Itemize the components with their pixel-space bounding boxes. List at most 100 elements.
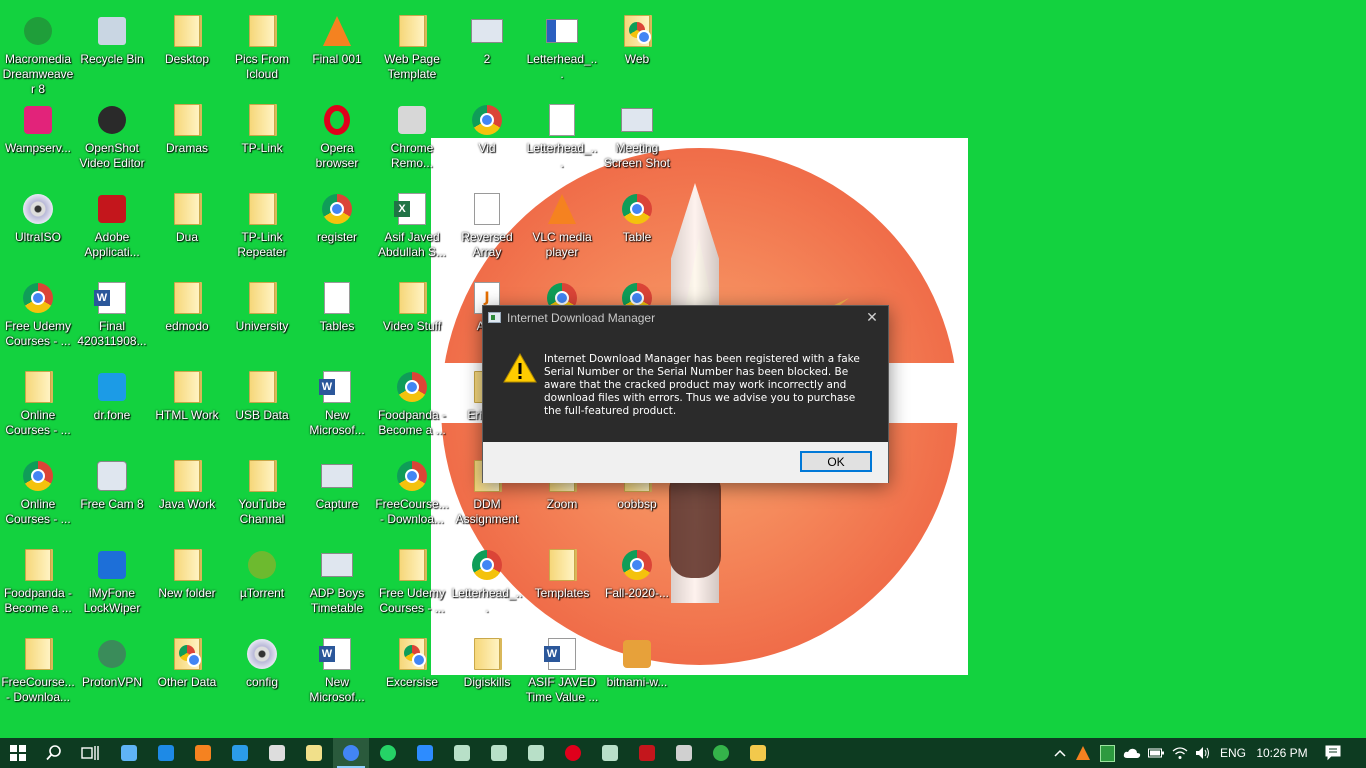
desktop-icon[interactable]: ASIF JAVED Time Value ... bbox=[524, 629, 600, 717]
desktop-icon[interactable]: TP-Link Repeater bbox=[224, 184, 300, 272]
taskbar-app-button[interactable] bbox=[333, 738, 369, 768]
tray-battery[interactable] bbox=[1146, 738, 1166, 768]
ok-button[interactable]: OK bbox=[800, 451, 872, 472]
desktop-icon[interactable]: µTorrent bbox=[224, 540, 300, 628]
desktop-icon[interactable]: Macromedia Dreamweaver 8 bbox=[0, 6, 76, 96]
desktop-icon[interactable]: University bbox=[224, 273, 300, 361]
desktop-icon[interactable]: Dramas bbox=[149, 95, 225, 183]
desktop-icon[interactable]: Web Page Template bbox=[374, 6, 450, 94]
taskbar-app-button[interactable] bbox=[111, 738, 147, 768]
desktop-icon[interactable]: Opera browser bbox=[299, 95, 375, 183]
desktop-icon[interactable]: Meeting Screen Shot bbox=[599, 95, 675, 183]
desktop-icon[interactable]: Wampserv... bbox=[0, 95, 76, 183]
taskbar-app-button[interactable] bbox=[222, 738, 258, 768]
desktop-icon[interactable]: edmodo bbox=[149, 273, 225, 361]
desktop-icon[interactable]: Foodpanda - Become a ... bbox=[374, 362, 450, 450]
desktop-icon[interactable]: Vid bbox=[449, 95, 525, 183]
desktop-icon[interactable]: Pics From Icloud bbox=[224, 6, 300, 94]
taskbar-app-button[interactable] bbox=[296, 738, 332, 768]
desktop-icon[interactable]: YouTube Channal bbox=[224, 451, 300, 539]
desktop-icon[interactable]: Letterhead_... bbox=[449, 540, 525, 628]
desktop-icon[interactable]: Foodpanda - Become a ... bbox=[0, 540, 76, 628]
desktop-icon[interactable]: Free Udemy Courses - ... bbox=[0, 273, 76, 361]
taskbar-app-button[interactable] bbox=[555, 738, 591, 768]
desktop-icon[interactable]: New Microsof... bbox=[299, 629, 375, 717]
desktop-icon[interactable]: Free Udemy Courses - ... bbox=[374, 540, 450, 628]
desktop-icon[interactable]: Fall-2020-... bbox=[599, 540, 675, 628]
desktop-icon[interactable]: FreeCourse... - Downloa... bbox=[374, 451, 450, 539]
taskbar-app-button[interactable] bbox=[666, 738, 702, 768]
tray-volume[interactable] bbox=[1193, 738, 1213, 768]
search-button[interactable] bbox=[36, 738, 72, 768]
show-hidden-icons-button[interactable] bbox=[1050, 738, 1070, 768]
desktop-icon[interactable]: USB Data bbox=[224, 362, 300, 450]
desktop-icon[interactable]: Excersise bbox=[374, 629, 450, 717]
desktop-icon[interactable]: iMyFone LockWiper bbox=[74, 540, 150, 628]
taskbar-app-button[interactable] bbox=[481, 738, 517, 768]
taskbar-app-button[interactable] bbox=[703, 738, 739, 768]
desktop-icon[interactable]: VLC media player bbox=[524, 184, 600, 272]
taskbar-app-button[interactable] bbox=[444, 738, 480, 768]
desktop-icon[interactable]: Letterhead_... bbox=[524, 95, 600, 183]
desktop-icon[interactable]: Online Courses - ... bbox=[0, 451, 76, 539]
tray-wifi[interactable] bbox=[1170, 738, 1190, 768]
desktop-icon-label: Recycle Bin bbox=[80, 52, 144, 66]
desktop-icon[interactable]: OpenShot Video Editor bbox=[74, 95, 150, 183]
desktop-icon[interactable]: Digiskills bbox=[449, 629, 525, 717]
desktop-icon[interactable]: New Microsof... bbox=[299, 362, 375, 450]
desktop-icon[interactable]: Free Cam 8 bbox=[74, 451, 150, 539]
tray-idm[interactable] bbox=[1097, 738, 1117, 768]
desktop-icon[interactable]: Capture bbox=[299, 451, 375, 539]
taskbar-app-button[interactable] bbox=[370, 738, 406, 768]
taskbar-app-button[interactable] bbox=[629, 738, 665, 768]
folder-icon bbox=[245, 103, 279, 137]
tray-onedrive[interactable] bbox=[1121, 738, 1143, 768]
desktop-icon[interactable]: Desktop bbox=[149, 6, 225, 94]
taskbar-app-button[interactable] bbox=[259, 738, 295, 768]
chrome-icon bbox=[470, 548, 504, 582]
desktop-icon[interactable]: Table bbox=[599, 184, 675, 272]
desktop-icon[interactable]: Web bbox=[599, 6, 675, 94]
desktop-icon[interactable]: bitnami-w... bbox=[599, 629, 675, 717]
desktop-icon[interactable]: Letterhead_... bbox=[524, 6, 600, 94]
desktop-icon[interactable]: UltraISO bbox=[0, 184, 76, 272]
taskbar-app-button[interactable] bbox=[518, 738, 554, 768]
desktop-icon[interactable]: Java Work bbox=[149, 451, 225, 539]
desktop-icon[interactable]: Asif Javed Abdullah S... bbox=[374, 184, 450, 272]
desktop-icon[interactable]: Dua bbox=[149, 184, 225, 272]
desktop-icon[interactable]: Recycle Bin bbox=[74, 6, 150, 94]
desktop-icon[interactable]: Video Stuff bbox=[374, 273, 450, 361]
desktop-icon[interactable]: Reversed Array bbox=[449, 184, 525, 272]
desktop-icon[interactable]: Templates bbox=[524, 540, 600, 628]
language-indicator[interactable]: ENG bbox=[1217, 738, 1249, 768]
desktop-icon[interactable]: Final 420311908... bbox=[74, 273, 150, 361]
desktop-icon[interactable]: Chrome Remo... bbox=[374, 95, 450, 183]
taskbar-app-button[interactable] bbox=[148, 738, 184, 768]
tray-vlc[interactable] bbox=[1073, 738, 1093, 768]
desktop-icon[interactable]: dr.fone bbox=[74, 362, 150, 450]
taskbar-app-button[interactable] bbox=[185, 738, 221, 768]
taskbar-app-button[interactable] bbox=[740, 738, 776, 768]
desktop-icon[interactable]: FreeCourse... - Downloa... bbox=[0, 629, 76, 717]
desktop-icon[interactable]: Adobe Applicati... bbox=[74, 184, 150, 272]
desktop-icon[interactable]: TP-Link bbox=[224, 95, 300, 183]
start-button[interactable] bbox=[0, 738, 36, 768]
taskbar-app-button[interactable] bbox=[407, 738, 443, 768]
desktop-icon[interactable]: 2 bbox=[449, 6, 525, 94]
desktop-icon[interactable]: register bbox=[299, 184, 375, 272]
clock[interactable]: 10:26 PM bbox=[1252, 738, 1312, 768]
desktop-icon[interactable]: config bbox=[224, 629, 300, 717]
taskbar-app-button[interactable] bbox=[592, 738, 628, 768]
desktop-icon[interactable]: HTML Work bbox=[149, 362, 225, 450]
action-center-button[interactable] bbox=[1318, 738, 1348, 768]
desktop-icon[interactable]: New folder bbox=[149, 540, 225, 628]
desktop-icon[interactable]: Final 001 bbox=[299, 6, 375, 94]
desktop-icon[interactable]: Other Data bbox=[149, 629, 225, 717]
close-button[interactable]: ✕ bbox=[856, 306, 888, 330]
desktop-icon[interactable]: ADP Boys Timetable bbox=[299, 540, 375, 628]
desktop-icon[interactable]: Online Courses - ... bbox=[0, 362, 76, 450]
desktop-icon[interactable]: ProtonVPN bbox=[74, 629, 150, 717]
dialog-titlebar[interactable]: Internet Download Manager ✕ bbox=[483, 306, 888, 330]
desktop-icon[interactable]: Tables bbox=[299, 273, 375, 361]
task-view-button[interactable] bbox=[72, 738, 108, 768]
